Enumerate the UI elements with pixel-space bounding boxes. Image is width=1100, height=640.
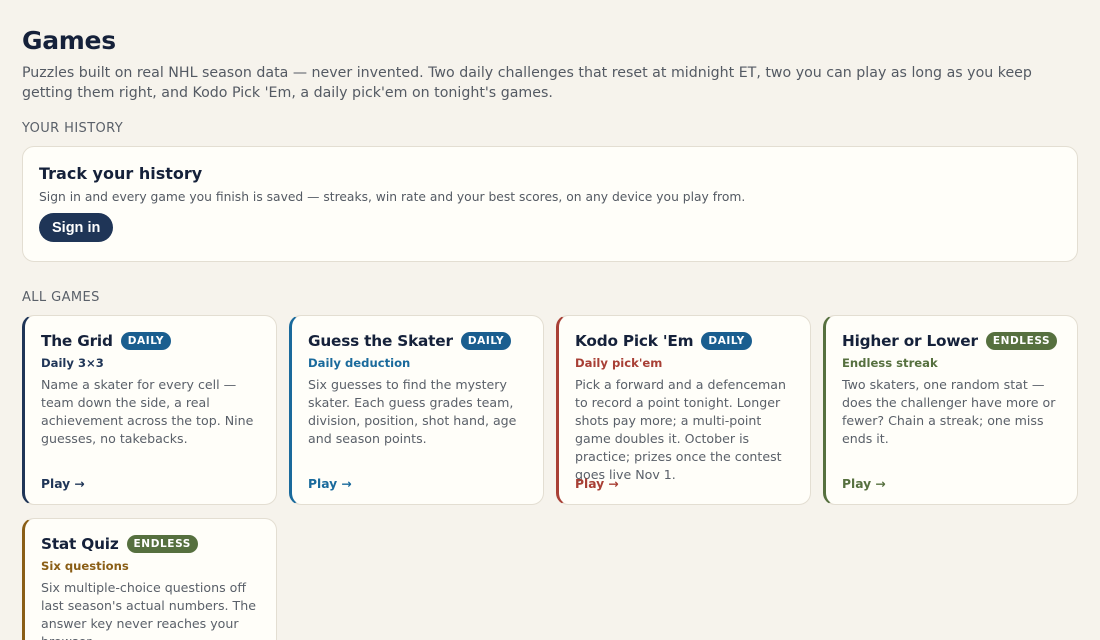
- game-card-guess-the-skater[interactable]: Guess the Skater DAILY Daily deduction S…: [289, 315, 544, 505]
- game-title: Higher or Lower: [842, 332, 978, 350]
- game-card-stat-quiz[interactable]: Stat Quiz ENDLESS Six questions Six mult…: [22, 518, 277, 640]
- game-badge: DAILY: [460, 332, 512, 350]
- game-subtitle: Daily 3×3: [41, 356, 104, 370]
- section-label-games: ALL GAMES: [22, 290, 100, 305]
- game-subtitle: Daily pick'em: [575, 356, 663, 370]
- section-label-history: YOUR HISTORY: [22, 121, 124, 136]
- page-intro: Puzzles built on real NHL season data — …: [22, 65, 1032, 101]
- play-link-guess-the-skater[interactable]: Play →: [308, 477, 352, 491]
- game-subtitle: Endless streak: [842, 356, 938, 370]
- page-title: Games: [22, 26, 116, 55]
- sign-in-button[interactable]: Sign in: [39, 213, 114, 242]
- game-description: Six guesses to find the mystery skater. …: [308, 377, 517, 446]
- game-subtitle: Six questions: [41, 559, 129, 573]
- game-badge: ENDLESS: [985, 332, 1058, 350]
- play-link-the-grid[interactable]: Play →: [41, 477, 85, 491]
- game-card-the-grid[interactable]: The Grid DAILY Daily 3×3 Name a skater f…: [22, 315, 277, 505]
- game-card-higher-or-lower[interactable]: Higher or Lower ENDLESS Endless streak T…: [823, 315, 1078, 505]
- game-description: Name a skater for every cell — team down…: [41, 377, 254, 446]
- play-link-kodo-pick-em[interactable]: Play →: [575, 477, 619, 491]
- play-link-higher-or-lower[interactable]: Play →: [842, 477, 886, 491]
- game-description: Six multiple-choice questions off last s…: [41, 580, 256, 640]
- game-description: Two skaters, one random stat — does the …: [842, 377, 1056, 446]
- history-text: Sign in and every game you finish is sav…: [39, 190, 746, 204]
- game-title: Kodo Pick 'Em: [575, 332, 694, 350]
- game-title: Guess the Skater: [308, 332, 453, 350]
- game-badge: DAILY: [120, 332, 172, 350]
- game-description: Pick a forward and a defenceman to recor…: [575, 377, 787, 482]
- history-title: Track your history: [39, 164, 203, 183]
- game-title: Stat Quiz: [41, 535, 119, 553]
- game-badge: ENDLESS: [126, 535, 198, 553]
- history-card: Track your history Sign in and every gam…: [22, 146, 1078, 262]
- game-card-kodo-pick-em[interactable]: Kodo Pick 'Em DAILY Daily pick'em Pick a…: [556, 315, 811, 505]
- game-badge: DAILY: [701, 332, 752, 350]
- game-subtitle: Daily deduction: [308, 356, 411, 370]
- game-title: The Grid: [41, 332, 113, 350]
